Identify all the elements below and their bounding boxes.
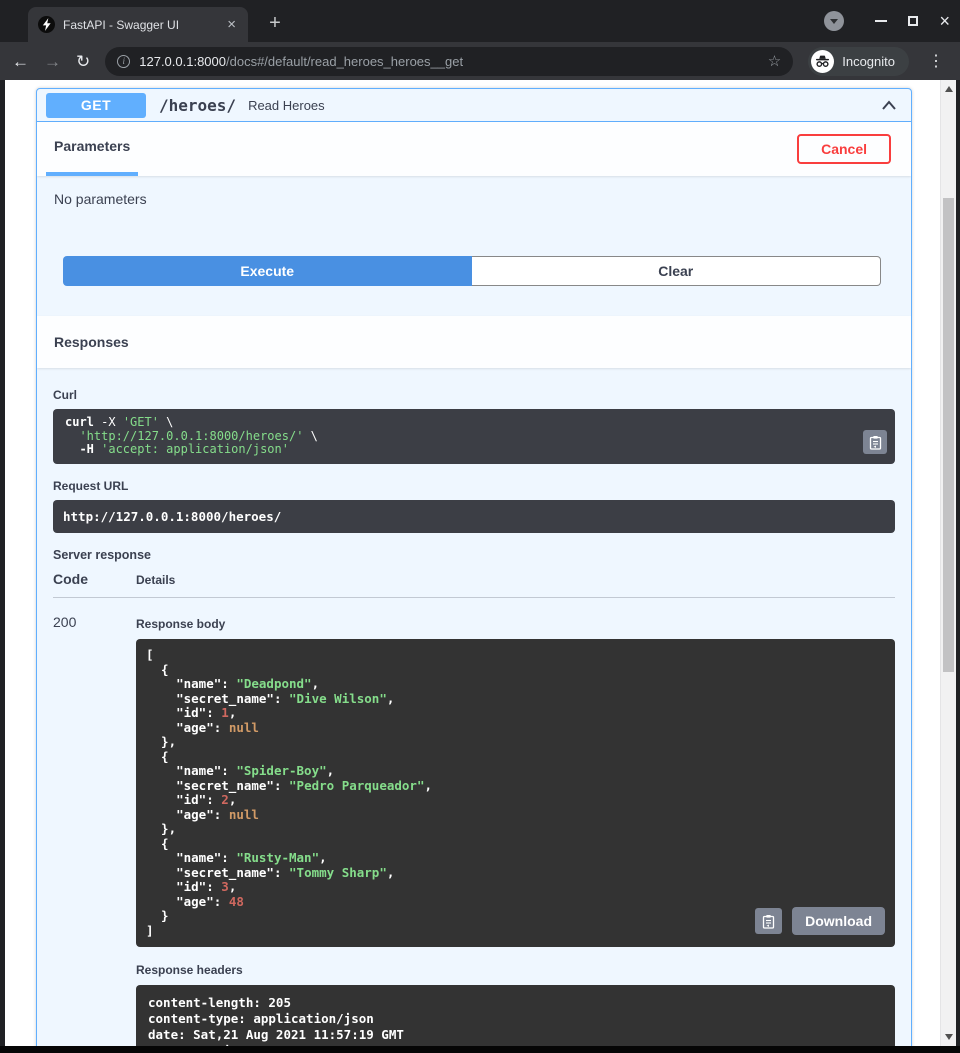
new-tab-button[interactable]: +: [262, 10, 288, 36]
collapse-chevron-icon[interactable]: [881, 99, 897, 111]
browser-titlebar: FastAPI - Swagger UI × + ×: [0, 0, 960, 42]
response-body-actions: Download: [755, 907, 885, 935]
server-response-label: Server response: [53, 548, 895, 562]
browser-menu-icon[interactable]: ⋮: [924, 51, 948, 71]
window-close-button[interactable]: ×: [939, 12, 950, 30]
response-row-200: 200 Response body [ { "name": "Deadpond"…: [53, 614, 895, 1046]
url-host: 127.0.0.1:8000: [139, 54, 226, 69]
responses-body: Curl curl -X 'GET' \ 'http://127.0.0.1:8…: [37, 368, 911, 1046]
curl-code: curl -X 'GET' \ 'http://127.0.0.1:8000/h…: [53, 409, 895, 464]
fastapi-favicon-icon: [38, 16, 55, 33]
response-body-label: Response body: [136, 617, 895, 631]
no-parameters-text: No parameters: [53, 191, 881, 207]
request-url-value: http://127.0.0.1:8000/heroes/: [53, 500, 895, 533]
address-bar[interactable]: i 127.0.0.1:8000/docs#/default/read_hero…: [105, 47, 793, 76]
back-icon[interactable]: ←: [12, 53, 29, 70]
scrollbar-thumb[interactable]: [943, 198, 954, 672]
scroll-down-icon[interactable]: [945, 1034, 953, 1040]
tab-parameters[interactable]: Parameters: [46, 122, 138, 176]
opblock-get-heroes: GET /heroes/ Read Heroes Parameters Canc…: [36, 88, 912, 1046]
execute-button[interactable]: Execute: [63, 256, 472, 286]
download-button[interactable]: Download: [792, 907, 885, 935]
endpoint-path: /heroes/: [159, 96, 236, 115]
page-scrollbar[interactable]: [940, 80, 956, 1046]
maximize-button[interactable]: [908, 16, 918, 26]
window-bottom-edge: [0, 1046, 960, 1053]
incognito-icon: [811, 50, 834, 73]
curl-label: Curl: [53, 388, 895, 402]
endpoint-summary: Read Heroes: [248, 98, 325, 113]
incognito-badge: Incognito: [808, 47, 909, 76]
page-content: GET /heroes/ Read Heroes Parameters Canc…: [5, 80, 956, 1046]
responses-title: Responses: [54, 334, 129, 350]
forward-icon[interactable]: →: [44, 53, 61, 70]
browser-toolbar: ← → ↻ i 127.0.0.1:8000/docs#/default/rea…: [0, 42, 960, 80]
copy-response-button[interactable]: [755, 908, 782, 934]
url-text[interactable]: 127.0.0.1:8000/docs#/default/read_heroes…: [139, 54, 463, 69]
page-info-icon[interactable]: i: [117, 55, 130, 68]
response-body-code: [ { "name": "Deadpond", "secret_name": "…: [136, 639, 895, 947]
copy-curl-button[interactable]: [863, 430, 887, 454]
code-column-header: Code: [53, 571, 136, 587]
server-response-table: Code Details 200 Response body [ { "name…: [53, 571, 895, 1046]
execute-row: Execute Clear: [63, 256, 881, 286]
cancel-button[interactable]: Cancel: [797, 134, 891, 164]
status-code: 200: [53, 614, 136, 1046]
response-table-header: Code Details: [53, 571, 895, 598]
responses-section-header: Responses: [37, 316, 911, 368]
minimize-button[interactable]: [875, 20, 887, 22]
clear-button[interactable]: Clear: [472, 256, 882, 286]
parameters-section-header: Parameters Cancel: [37, 122, 911, 176]
browser-tab[interactable]: FastAPI - Swagger UI ×: [28, 7, 248, 42]
response-headers-label: Response headers: [136, 963, 895, 977]
response-headers-code: content-length: 205 content-type: applic…: [136, 985, 895, 1046]
opblock-summary[interactable]: GET /heroes/ Read Heroes: [37, 89, 911, 122]
parameters-body: No parameters Execute Clear: [37, 176, 911, 316]
tab-search-icon[interactable]: [824, 11, 844, 31]
reload-icon[interactable]: ↻: [76, 53, 90, 70]
incognito-label: Incognito: [842, 54, 895, 69]
scroll-up-icon[interactable]: [945, 86, 953, 92]
tab-title: FastAPI - Swagger UI: [63, 18, 217, 32]
request-url-label: Request URL: [53, 479, 895, 493]
details-column-header: Details: [136, 573, 175, 587]
parameters-tab-label: Parameters: [54, 138, 130, 156]
method-badge: GET: [46, 93, 146, 118]
url-path: /docs#/default/read_heroes_heroes__get: [226, 54, 463, 69]
tab-close-icon[interactable]: ×: [225, 17, 238, 32]
bookmark-star-icon[interactable]: ☆: [768, 52, 781, 70]
